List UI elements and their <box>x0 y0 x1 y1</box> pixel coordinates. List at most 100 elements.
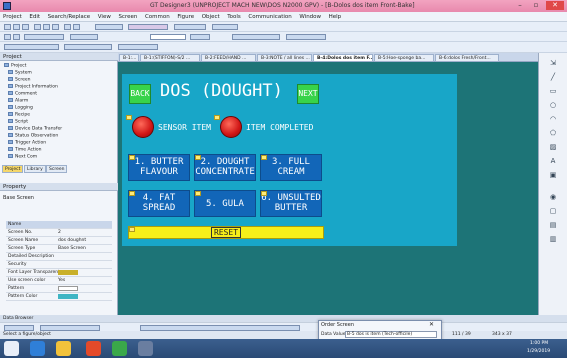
hmi-screen[interactable]: BACK NEXT DOS (DOUGHT) SENSOR ITEM ITEM … <box>122 74 457 246</box>
undo-icon[interactable] <box>64 24 71 30</box>
open-icon[interactable] <box>13 24 20 30</box>
font-select[interactable] <box>150 34 186 40</box>
sensor-lamp[interactable] <box>132 116 154 138</box>
dialog-field-input[interactable]: B-5 dos is item (Tech-officile) <box>345 331 437 338</box>
grid-icon[interactable] <box>4 34 11 40</box>
menu-object[interactable]: Object <box>199 12 223 20</box>
folder-icon[interactable] <box>56 341 71 356</box>
close-button[interactable]: ✕ <box>546 1 564 10</box>
tree-item[interactable]: System <box>8 70 32 76</box>
rect-icon[interactable]: ▭ <box>544 87 562 95</box>
item-button-full-cream[interactable]: 3. FULL CREAM <box>260 154 322 181</box>
tree-item[interactable]: Project <box>4 63 26 69</box>
screen-tools-group[interactable] <box>95 24 123 30</box>
menu-common[interactable]: Common <box>142 12 173 20</box>
menu-window[interactable]: Window <box>296 12 324 20</box>
tree-item[interactable]: Script <box>8 119 28 125</box>
tree-item[interactable]: Device Data Transfer <box>8 126 62 132</box>
numeric-tool-icon[interactable]: ▤ <box>544 221 562 229</box>
menu-screen[interactable]: Screen <box>115 12 140 20</box>
doc-tab-active[interactable]: B-4:Dolos dos item F... <box>313 54 373 62</box>
tree-item[interactable]: Recipe <box>8 112 30 118</box>
cut-icon[interactable] <box>34 24 41 30</box>
property-row[interactable]: Screen Type Base Screen <box>6 245 112 253</box>
new-icon[interactable] <box>4 24 11 30</box>
tab-screen[interactable]: Screen <box>46 165 68 173</box>
doc-tab[interactable]: B-2:FEED/HAND ... <box>201 54 256 62</box>
paste-icon[interactable] <box>52 24 59 30</box>
object-toolbar-3[interactable] <box>118 44 158 50</box>
switch-tool-icon[interactable]: ▢ <box>544 207 562 215</box>
paint-icon[interactable]: ▨ <box>544 143 562 151</box>
property-row[interactable]: Security <box>6 261 112 269</box>
figure-tools-group[interactable] <box>128 24 168 30</box>
tree-item[interactable]: Next Com <box>8 154 37 160</box>
object-toolbar-2[interactable] <box>64 44 112 50</box>
chart-tool-icon[interactable]: ▥ <box>544 235 562 243</box>
tree-item[interactable]: Project Information <box>8 84 58 90</box>
tab-library[interactable]: Library <box>24 165 46 173</box>
app-icon[interactable] <box>112 341 127 356</box>
text-icon[interactable]: A <box>544 157 562 165</box>
lamp-tool-icon[interactable]: ◉ <box>544 193 562 201</box>
redo-icon[interactable] <box>73 24 80 30</box>
polygon-icon[interactable]: ⬠ <box>544 129 562 137</box>
arc-icon[interactable]: ◠ <box>544 115 562 123</box>
object-tools-group[interactable] <box>174 24 206 30</box>
tab-project[interactable]: Project <box>2 165 24 173</box>
tree-item[interactable]: Alarm <box>8 98 28 104</box>
data-browser-label[interactable]: Data Browser <box>3 316 33 321</box>
start-icon[interactable] <box>4 341 19 356</box>
item-button-butter-flavour[interactable]: 1. BUTTER FLAVOUR <box>128 154 190 181</box>
item-button-fat-spread[interactable]: 4. FAT SPREAD <box>128 190 190 217</box>
menu-view[interactable]: View <box>95 12 114 20</box>
tree-item[interactable]: Trigger Action <box>8 140 46 146</box>
menu-project[interactable]: Project <box>0 12 25 20</box>
minimize-button[interactable]: – <box>513 1 527 10</box>
menu-communication[interactable]: Communication <box>245 12 294 20</box>
tree-item[interactable]: Logging <box>8 105 33 111</box>
menu-help[interactable]: Help <box>326 12 345 20</box>
item-button-gula[interactable]: 5. GULA <box>194 190 256 217</box>
color-tools-group[interactable] <box>190 34 210 40</box>
copy-icon[interactable] <box>43 24 50 30</box>
doc-tab[interactable]: B-6:dolos Fresh/Front... <box>435 54 499 62</box>
doc-tab[interactable]: B-5:Hoe-sponge ba... <box>374 54 434 62</box>
media-icon[interactable] <box>86 341 101 356</box>
back-button[interactable]: BACK <box>129 84 151 104</box>
circle-icon[interactable]: ○ <box>544 101 562 109</box>
object-toolbar-1[interactable] <box>4 44 59 50</box>
maximize-button[interactable]: ▫ <box>529 1 543 10</box>
menu-figure[interactable]: Figure <box>174 12 197 20</box>
view-tools-group[interactable] <box>24 34 64 40</box>
draw-tools-group[interactable] <box>232 34 280 40</box>
property-row[interactable]: Detailed Description <box>6 253 112 261</box>
menu-tools[interactable]: Tools <box>224 12 244 20</box>
next-button[interactable]: NEXT <box>297 84 319 104</box>
property-row[interactable]: Screen No. 2 <box>6 229 112 237</box>
doc-tab[interactable]: B-3:NOTE / all lines ... <box>257 54 312 62</box>
image-icon[interactable]: ▣ <box>544 171 562 179</box>
menu-search-replace[interactable]: Search/Replace <box>45 12 94 20</box>
app-icon[interactable] <box>138 341 153 356</box>
save-icon[interactable] <box>22 24 29 30</box>
tree-item[interactable]: Time Action <box>8 147 42 153</box>
browser-icon[interactable] <box>30 341 45 356</box>
property-row[interactable]: Font Layer Transparent <box>6 269 112 277</box>
reset-button[interactable]: RESET <box>128 226 324 239</box>
completed-lamp[interactable] <box>220 116 242 138</box>
line-icon[interactable]: ╱ <box>544 73 562 81</box>
tree-item[interactable]: Screen <box>8 77 30 83</box>
doc-tab[interactable]: B-1:... <box>119 54 139 62</box>
doc-tab[interactable]: B-1:(STIFFON)-S/2 ... <box>140 54 200 62</box>
zoom-icon[interactable] <box>13 34 20 40</box>
dialog-close-icon[interactable]: ✕ <box>429 321 434 328</box>
align-tools-group[interactable] <box>212 24 238 30</box>
item-button-dought-concentrate[interactable]: 2. DOUGHT CONCENTRATE <box>194 154 256 181</box>
layer-tools-group[interactable] <box>70 34 98 40</box>
property-row[interactable]: Use screen color Yes <box>6 277 112 285</box>
pointer-icon[interactable]: ⇲ <box>544 59 562 67</box>
menu-edit[interactable]: Edit <box>26 12 43 20</box>
item-button-unsulted-butter[interactable]: 6. UNSULTED BUTTER <box>260 190 322 217</box>
arrange-tools-group[interactable] <box>286 34 326 40</box>
